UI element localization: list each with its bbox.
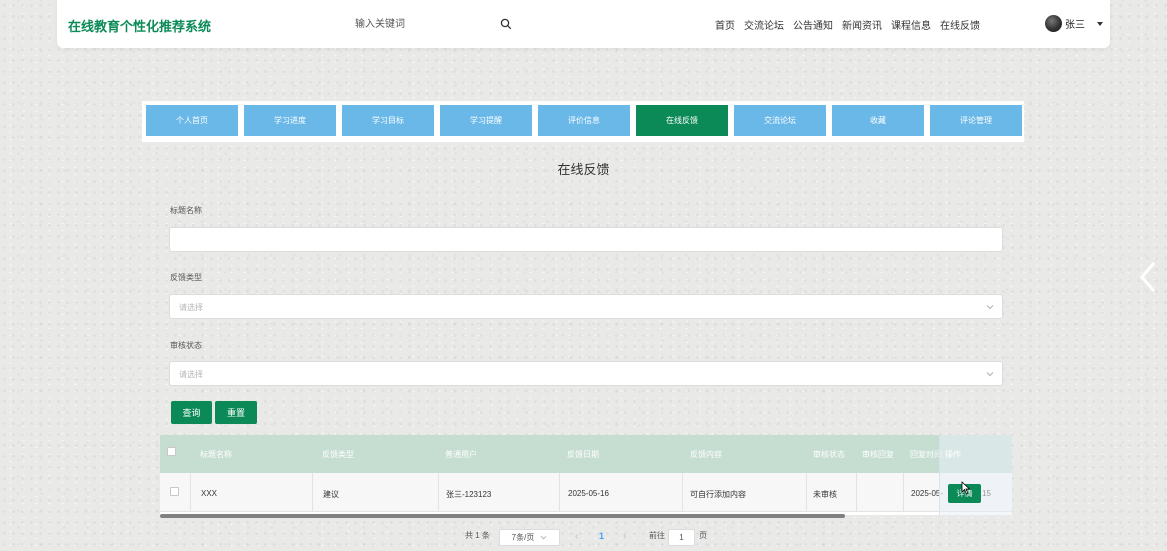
title-field [169, 227, 1003, 252]
nav-forum[interactable]: 交流论坛 [744, 17, 784, 32]
cell-content: 可自行添加内容 [690, 490, 746, 499]
row-checkbox[interactable] [170, 487, 179, 496]
search-box [339, 12, 517, 36]
nav-announcements[interactable]: 公告通知 [793, 17, 833, 32]
nav-courses[interactable]: 课程信息 [891, 17, 931, 32]
cell-type: 建议 [323, 490, 339, 499]
search-icon[interactable] [500, 18, 512, 30]
username: 张三 [1065, 20, 1085, 31]
col-content: 反馈内容 [690, 450, 722, 459]
cell-divider [806, 473, 807, 512]
page-size-select[interactable]: 7条/页 [499, 529, 560, 546]
col-reply-time: 回复时间 [910, 450, 942, 459]
caret-down-icon [1097, 21, 1103, 26]
col-type: 反馈类型 [322, 450, 354, 459]
tab-study-reminder[interactable]: 学习提醒 [440, 105, 532, 136]
tab-study-progress[interactable]: 学习进度 [244, 105, 336, 136]
cell-divider [312, 473, 313, 512]
user-menu[interactable]: 张三 [1045, 15, 1103, 32]
table-row[interactable]: XXX 建议 张三-123123 2025-05-16 可自行添加内容 未审核 … [160, 473, 1012, 512]
tab-feedback[interactable]: 在线反馈 [636, 105, 728, 136]
pagination-total: 共 1 条 [465, 531, 490, 540]
cell-divider [559, 473, 560, 512]
top-navbar: 在线教育个性化推荐系统 首页 交流论坛 公告通知 新闻资讯 课程信息 在线反馈 … [57, 0, 1110, 48]
mouse-cursor-icon [961, 481, 971, 495]
nav-feedback[interactable]: 在线反馈 [940, 17, 980, 32]
next-page-button[interactable]: › [623, 531, 626, 542]
site-brand[interactable]: 在线教育个性化推荐系统 [68, 16, 211, 35]
query-button[interactable]: 查询 [171, 401, 212, 424]
search-input[interactable] [339, 12, 517, 36]
goto-suffix: 页 [699, 531, 707, 540]
title-input[interactable] [170, 228, 1002, 251]
tab-home[interactable]: 个人首页 [146, 105, 238, 136]
cell-divider [190, 473, 191, 512]
cell-date: 2025-05-16 [568, 489, 609, 498]
cell-title: XXX [201, 489, 218, 498]
cell-divider [682, 473, 683, 512]
cell-divider [856, 473, 857, 512]
goto-prefix: 前往 [649, 531, 665, 540]
feedback-table: 标题名称 反馈类型 普通用户 反馈日期 反馈内容 审核状态 审核回复 回复时间 … [160, 435, 1012, 515]
chevron-down-icon [986, 372, 994, 377]
center-tab-bar: 个人首页 学习进度 学习目标 学习提醒 评价信息 在线反馈 交流论坛 收藏 评论… [142, 101, 1024, 142]
chevron-left-icon[interactable] [1138, 260, 1158, 294]
type-select[interactable]: 请选择 [169, 294, 1003, 319]
avatar [1045, 15, 1062, 32]
col-reply: 审核回复 [862, 450, 894, 459]
col-status: 审核状态 [813, 450, 845, 459]
page-title: 在线反馈 [557, 162, 610, 177]
title-label: 标题名称 [170, 206, 202, 215]
type-select-placeholder: 请选择 [179, 303, 203, 312]
goto-page-input[interactable]: 1 [668, 529, 695, 546]
tab-study-goal[interactable]: 学习目标 [342, 105, 434, 136]
col-date: 反馈日期 [567, 450, 599, 459]
page-size-value: 7条/页 [511, 533, 535, 542]
cell-user: 张三-123123 [446, 490, 492, 499]
tab-comments[interactable]: 评论管理 [930, 105, 1022, 136]
main-nav: 首页 交流论坛 公告通知 新闻资讯 课程信息 在线反馈 [715, 17, 980, 32]
chevron-down-icon [986, 305, 994, 310]
table-header: 标题名称 反馈类型 普通用户 反馈日期 反馈内容 审核状态 审核回复 回复时间 [160, 435, 1012, 473]
fixed-action-column: 操作 15 [939, 435, 1012, 515]
tab-favorites[interactable]: 收藏 [832, 105, 924, 136]
nav-home[interactable]: 首页 [715, 17, 735, 32]
table-horizontal-scrollbar[interactable] [160, 514, 845, 518]
select-all-checkbox[interactable] [167, 447, 176, 456]
col-action: 操作 [945, 450, 961, 459]
status-select[interactable]: 请选择 [169, 361, 1003, 386]
tab-forum[interactable]: 交流论坛 [734, 105, 826, 136]
col-user: 普通用户 [445, 450, 477, 459]
cell-divider [903, 473, 904, 512]
reset-button[interactable]: 重置 [215, 401, 257, 424]
type-label: 反馈类型 [170, 273, 202, 282]
col-title: 标题名称 [200, 450, 232, 459]
goto-page-value: 1 [679, 533, 684, 542]
chevron-down-icon [540, 535, 547, 540]
cell-divider [438, 473, 439, 512]
current-page[interactable]: 1 [599, 531, 604, 541]
cell-reply-time-tail: 15 [982, 489, 991, 498]
tab-evaluation[interactable]: 评价信息 [538, 105, 630, 136]
prev-page-button[interactable]: ‹ [575, 531, 578, 542]
nav-news[interactable]: 新闻资讯 [842, 17, 882, 32]
cell-status: 未审核 [813, 490, 837, 499]
status-select-placeholder: 请选择 [179, 370, 203, 379]
status-label: 审核状态 [170, 341, 202, 350]
